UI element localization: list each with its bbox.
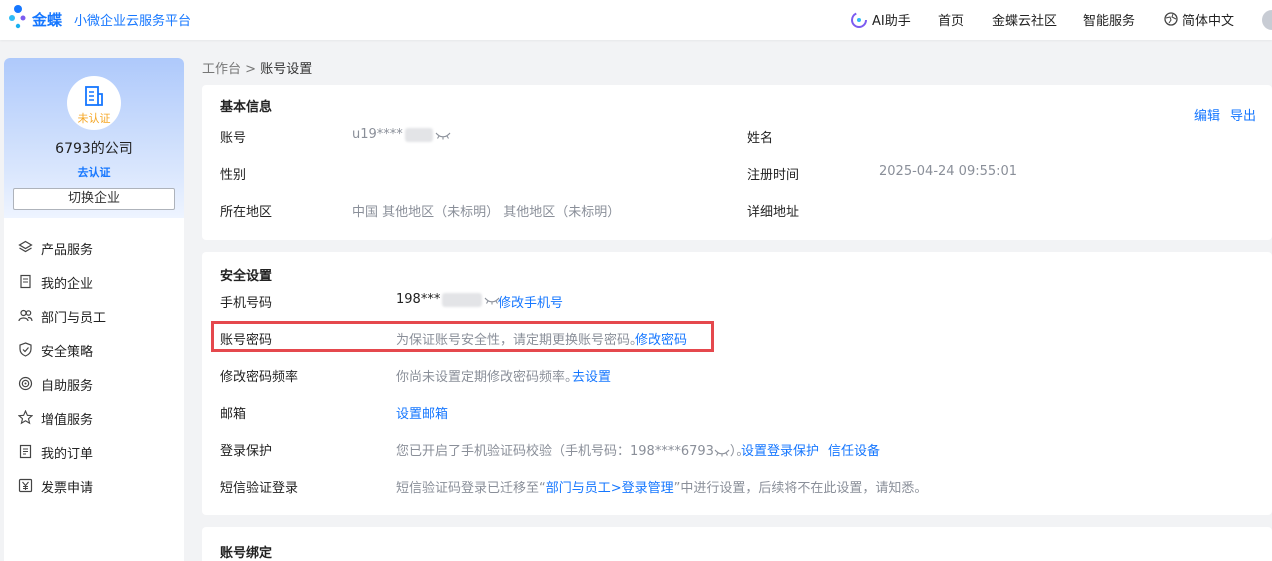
account-label: 账号: [220, 131, 247, 146]
phone-label: 手机号码: [220, 296, 273, 311]
password-row-highlight: [211, 321, 714, 352]
sidebar-item-products[interactable]: 产品服务: [4, 234, 184, 262]
sidebar-item-label: 安全策略: [41, 345, 94, 360]
login-management-link[interactable]: 部门与员工>登录管理: [546, 481, 674, 496]
masked-value: [442, 292, 483, 307]
sidebar-item-label: 增值服务: [41, 413, 94, 428]
company-name: 6793的公司: [55, 141, 133, 157]
address-label: 详细地址: [747, 205, 800, 220]
sidebar-item-value-added[interactable]: 增值服务: [4, 404, 184, 432]
layers-icon: [18, 240, 33, 253]
sidebar-item-orders[interactable]: 我的订单: [4, 438, 184, 466]
region-value: 中国 其他地区（未标明） 其他地区（未标明）: [352, 205, 621, 220]
sidebar-item-label: 部门与员工: [41, 311, 107, 326]
password-frequency-label: 修改密码频率: [220, 370, 299, 385]
region-label: 所在地区: [220, 205, 273, 220]
nav-language[interactable]: 简体中文: [1182, 10, 1234, 29]
login-protection-label: 登录保护: [220, 444, 273, 459]
company-panel: 未认证 6793的公司 去认证 切换企业: [4, 58, 184, 218]
nav-ai-assistant[interactable]: AI助手: [872, 10, 911, 29]
switch-company-button[interactable]: 切换企业: [13, 188, 175, 210]
sidebar-item-label: 产品服务: [41, 243, 94, 258]
security-settings-card: 安全设置 手机号码 198*** 修改手机号 账号密码 为保证账号安全性，请定期…: [202, 252, 1272, 515]
brand-name[interactable]: 金蝶: [32, 9, 62, 30]
binding-title: 账号绑定: [220, 546, 273, 561]
register-time-value: 2025-04-24 09:55:01: [879, 164, 1018, 179]
security-title: 安全设置: [220, 269, 273, 284]
set-password-frequency-link[interactable]: 去设置: [572, 366, 611, 385]
breadcrumb: 工作台 > 账号设置: [202, 58, 312, 77]
sidebar-item-my-company[interactable]: 我的企业: [4, 268, 184, 296]
email-label: 邮箱: [220, 407, 247, 422]
top-bar: 金蝶 小微企业云服务平台 AI助手 首页 金蝶云社区 智能服务 简体中文: [0, 0, 1272, 40]
sms-login-label: 短信验证登录: [220, 481, 299, 496]
eye-closed-icon[interactable]: [435, 130, 451, 140]
document-icon: [20, 274, 31, 289]
trusted-devices-link[interactable]: 信任设备: [828, 440, 880, 459]
breadcrumb-parent[interactable]: 工作台: [202, 62, 241, 77]
people-icon: [18, 309, 33, 322]
gender-label: 性别: [220, 168, 247, 183]
star-icon: [18, 410, 33, 425]
sidebar: 未认证 6793的公司 去认证 切换企业 产品服务 我的企业 部门与员工 安全策…: [4, 58, 184, 561]
login-protection-link[interactable]: 设置登录保护: [741, 440, 819, 459]
user-avatar[interactable]: [1262, 10, 1272, 30]
verify-link[interactable]: 去认证: [4, 164, 184, 180]
register-time-label: 注册时间: [747, 168, 800, 183]
password-frequency-desc: 你尚未设置定期修改密码频率。: [396, 370, 579, 385]
name-label: 姓名: [747, 131, 774, 146]
ai-assistant-icon[interactable]: [850, 11, 868, 29]
unverified-badge: 未认证: [77, 112, 111, 125]
nav-home[interactable]: 首页: [938, 10, 964, 29]
building-icon: [85, 86, 103, 106]
kingdee-logo-icon[interactable]: [8, 4, 32, 34]
sidebar-item-label: 我的订单: [41, 447, 94, 462]
sidebar-item-security[interactable]: 安全策略: [4, 336, 184, 364]
phone-value: 198***: [396, 292, 500, 307]
shield-icon: [19, 342, 32, 357]
export-link[interactable]: 导出: [1230, 105, 1256, 124]
change-phone-link[interactable]: 修改手机号: [498, 292, 563, 311]
login-protection-desc: 您已开启了手机验证码校验（手机号码：198****6793）。: [396, 444, 750, 459]
sms-login-desc: 短信验证码登录已迁移至“部门与员工>登录管理”中进行设置，后续将不在此设置，请知…: [396, 481, 928, 496]
company-avatar: 未认证: [67, 76, 121, 130]
platform-name[interactable]: 小微企业云服务平台: [74, 10, 191, 29]
edit-link[interactable]: 编辑: [1194, 105, 1220, 124]
sidebar-item-label: 我的企业: [41, 277, 94, 292]
sidebar-item-departments[interactable]: 部门与员工: [4, 302, 184, 330]
basic-info-title: 基本信息: [220, 100, 273, 115]
account-binding-card: 账号绑定: [202, 527, 1272, 561]
breadcrumb-current: 账号设置: [260, 62, 313, 77]
account-value: u19****: [352, 127, 451, 142]
breadcrumb-separator: >: [245, 62, 257, 77]
target-icon: [18, 376, 33, 391]
language-icon[interactable]: [1164, 12, 1178, 26]
sidebar-item-invoice[interactable]: 发票申请: [4, 472, 184, 500]
masked-value: [404, 127, 433, 142]
yen-icon: [18, 478, 33, 493]
eye-closed-icon[interactable]: [714, 447, 730, 457]
sidebar-item-label: 自助服务: [41, 379, 94, 394]
list-icon: [19, 444, 32, 459]
nav-community[interactable]: 金蝶云社区: [992, 10, 1057, 29]
nav-smart-service[interactable]: 智能服务: [1083, 10, 1135, 29]
sidebar-item-label: 发票申请: [41, 481, 94, 496]
sidebar-item-self-service[interactable]: 自助服务: [4, 370, 184, 398]
basic-info-card: 基本信息 编辑 导出 账号 u19**** 姓名 性别 注册时间 2025-04…: [202, 85, 1272, 240]
set-email-link[interactable]: 设置邮箱: [396, 403, 448, 422]
